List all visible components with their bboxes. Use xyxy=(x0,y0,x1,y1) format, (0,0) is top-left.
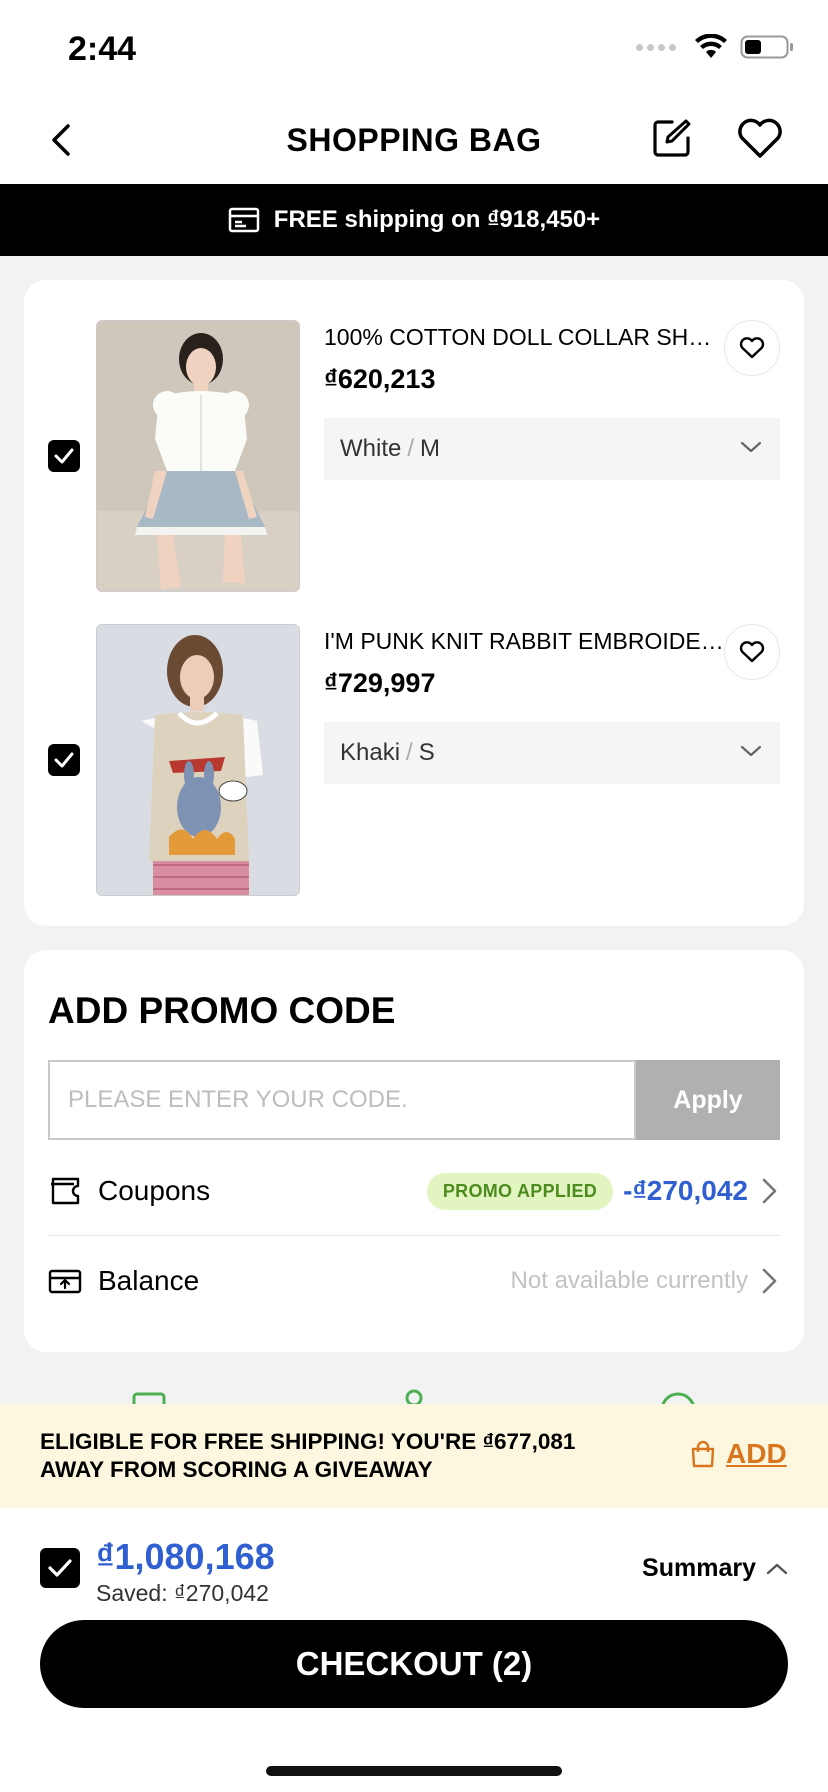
balance-value: Not available currently xyxy=(511,1267,780,1295)
variant-color: White xyxy=(340,435,402,462)
summary-label: Summary xyxy=(642,1554,756,1582)
checkbox-checked-icon xyxy=(54,752,74,768)
balance-row[interactable]: Balance Not available currently xyxy=(48,1236,780,1326)
giveaway-line-2: AWAY FROM SCORING A GIVEAWAY xyxy=(40,1457,433,1482)
product-price: ₫620,213 xyxy=(324,364,436,394)
add-link-label: ADD xyxy=(726,1438,787,1469)
chevron-down-icon xyxy=(740,441,762,453)
promo-applied-badge: PROMO APPLIED xyxy=(426,1172,614,1210)
free-shipping-text: FREE shipping on ₫918,450+ xyxy=(273,206,601,233)
add-items-link[interactable]: ADD xyxy=(690,1438,787,1470)
checkbox-checked-icon xyxy=(54,448,74,464)
product-image[interactable] xyxy=(96,624,300,896)
status-indicators xyxy=(636,34,794,60)
variant-selector[interactable]: Khaki / S xyxy=(324,722,780,784)
coupons-value: PROMO APPLIED -₫270,042 xyxy=(426,1172,780,1210)
item-checkbox[interactable] xyxy=(48,440,80,472)
checkout-button[interactable]: CHECKOUT (2) xyxy=(40,1620,788,1708)
cart-item: 100% COTTON DOLL COLLAR SHORT-SLEEVE BLO… xyxy=(24,280,804,592)
wishlist-button[interactable] xyxy=(724,320,780,376)
product-name[interactable]: 100% COTTON DOLL COLLAR SHORT-SLEEVE BLO… xyxy=(324,324,724,351)
giveaway-banner: ELIGIBLE FOR FREE SHIPPING! YOU'RE ₫677,… xyxy=(0,1404,828,1508)
heart-icon[interactable] xyxy=(736,116,784,160)
coupons-label: Coupons xyxy=(98,1175,211,1206)
cellular-signal-icon xyxy=(636,43,676,51)
page-title: SHOPPING BAG xyxy=(286,122,542,158)
product-name[interactable]: I'M PUNK KNIT RABBIT EMBROIDERY VEST xyxy=(324,628,724,655)
checkout-bar: ₫1,080,168 Saved: ₫270,042 Summary CHECK… xyxy=(0,1508,828,1792)
cart-item: I'M PUNK KNIT RABBIT EMBROIDERY VEST ₫72… xyxy=(24,584,804,896)
product-price: ₫729,997 xyxy=(324,668,436,698)
promo-code-input[interactable] xyxy=(48,1060,636,1140)
status-bar: 2:44 xyxy=(0,0,828,96)
chevron-right-icon xyxy=(762,1268,777,1294)
status-time: 2:44 xyxy=(68,30,137,68)
wifi-icon xyxy=(695,34,727,58)
scrolled-content-peek xyxy=(132,1389,695,1404)
heart-icon xyxy=(739,337,765,359)
coupon-ticket-icon xyxy=(51,1177,80,1205)
variant-separator: / xyxy=(407,435,415,462)
variant-size: S xyxy=(418,739,435,766)
product-image[interactable] xyxy=(96,320,300,592)
giveaway-message: ELIGIBLE FOR FREE SHIPPING! YOU'RE ₫677,… xyxy=(40,1428,640,1484)
wallet-icon xyxy=(48,1269,82,1294)
coupon-discount-amount: -₫270,042 xyxy=(623,1175,748,1206)
promo-card: ADD PROMO CODE Apply Coupons PROMO APPLI… xyxy=(24,950,804,1352)
free-shipping-banner: FREE shipping on ₫918,450+ xyxy=(0,184,828,256)
coupons-row[interactable]: Coupons PROMO APPLIED -₫270,042 xyxy=(48,1146,780,1236)
saved-amount: Saved: ₫270,042 xyxy=(96,1580,269,1606)
giveaway-line-1: ELIGIBLE FOR FREE SHIPPING! YOU'RE ₫677,… xyxy=(40,1429,576,1454)
balance-label: Balance xyxy=(98,1265,200,1296)
variant-color: Khaki xyxy=(340,739,401,766)
cart-items-card: 100% COTTON DOLL COLLAR SHORT-SLEEVE BLO… xyxy=(24,280,804,926)
checkbox-checked-icon xyxy=(48,1559,72,1577)
nav-bar: SHOPPING BAG xyxy=(0,96,828,184)
variant-separator: / xyxy=(406,739,413,766)
chevron-down-icon xyxy=(740,745,762,757)
select-all-checkbox[interactable] xyxy=(40,1548,80,1588)
heart-icon xyxy=(739,641,765,663)
item-checkbox[interactable] xyxy=(48,744,80,776)
chevron-up-icon xyxy=(766,1563,788,1574)
shipping-truck-icon xyxy=(228,207,260,233)
shopping-bag-icon xyxy=(691,1440,715,1468)
total-amount: ₫1,080,168 xyxy=(96,1536,275,1577)
variant-selector[interactable]: White / M xyxy=(324,418,780,480)
battery-icon xyxy=(740,35,793,59)
summary-toggle[interactable]: Summary xyxy=(642,1554,788,1583)
home-indicator xyxy=(266,1766,562,1776)
balance-status: Not available currently xyxy=(510,1267,748,1294)
promo-title: ADD PROMO CODE xyxy=(48,990,396,1031)
edit-icon[interactable] xyxy=(650,116,694,160)
apply-button[interactable]: Apply xyxy=(636,1060,780,1140)
variant-size: M xyxy=(420,435,441,462)
chevron-right-icon xyxy=(762,1178,777,1204)
wishlist-button[interactable] xyxy=(724,624,780,680)
